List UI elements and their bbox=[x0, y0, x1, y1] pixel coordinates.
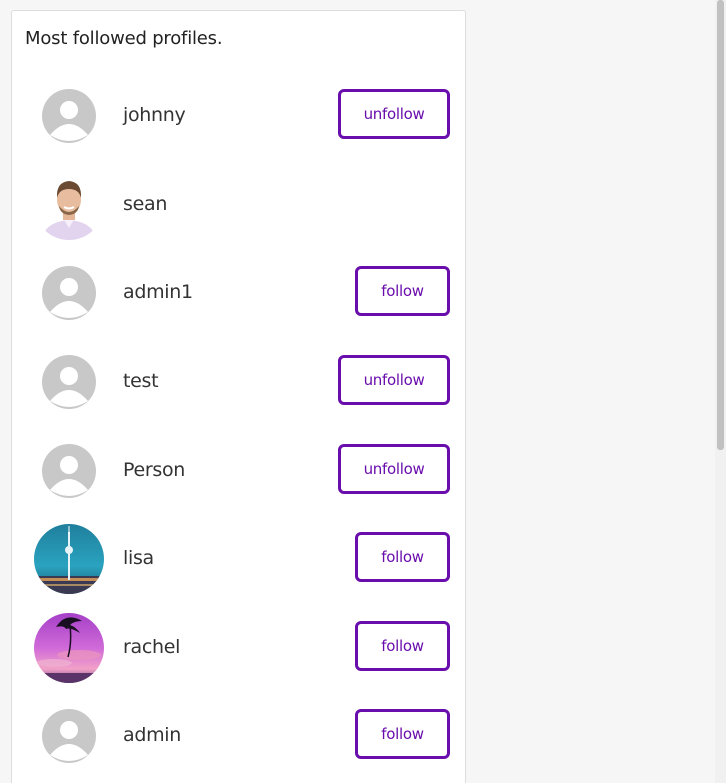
profile-username[interactable]: admin1 bbox=[123, 281, 193, 303]
most-followed-card: Most followed profiles. johnny unfollow bbox=[11, 10, 466, 783]
purple-sunset-photo-avatar[interactable] bbox=[34, 613, 104, 683]
default-avatar-icon[interactable] bbox=[34, 701, 104, 771]
default-avatar-icon[interactable] bbox=[34, 81, 104, 151]
card-title: Most followed profiles. bbox=[25, 28, 223, 49]
profile-username[interactable]: test bbox=[123, 370, 159, 392]
profile-username[interactable]: Person bbox=[123, 459, 185, 481]
unfollow-button[interactable]: unfollow bbox=[338, 89, 450, 139]
follow-button[interactable]: follow bbox=[355, 709, 450, 759]
profile-row: sean bbox=[12, 162, 465, 240]
profile-row: rachel follow bbox=[12, 605, 465, 683]
page: Most followed profiles. johnny unfollow bbox=[0, 0, 726, 783]
profile-row: johnny unfollow bbox=[12, 73, 465, 143]
tv-tower-photo-avatar[interactable] bbox=[34, 524, 104, 594]
man-photo-avatar[interactable] bbox=[34, 170, 104, 240]
profile-row: test unfollow bbox=[12, 339, 465, 409]
profile-row: admin1 follow bbox=[12, 250, 465, 320]
profile-username[interactable]: sean bbox=[123, 193, 167, 215]
unfollow-button[interactable]: unfollow bbox=[338, 355, 450, 405]
scrollbar-thumb[interactable] bbox=[717, 0, 724, 450]
profile-username[interactable]: johnny bbox=[123, 104, 186, 126]
default-avatar-icon[interactable] bbox=[34, 347, 104, 417]
unfollow-button[interactable]: unfollow bbox=[338, 444, 450, 494]
vertical-scrollbar[interactable] bbox=[715, 0, 726, 783]
default-avatar-icon[interactable] bbox=[34, 436, 104, 506]
profile-row: lisa follow bbox=[12, 516, 465, 594]
profile-username[interactable]: admin bbox=[123, 724, 181, 746]
profile-row: Person unfollow bbox=[12, 428, 465, 498]
default-avatar-icon[interactable] bbox=[34, 258, 104, 328]
follow-button[interactable]: follow bbox=[355, 266, 450, 316]
profile-username[interactable]: rachel bbox=[123, 636, 180, 658]
follow-button[interactable]: follow bbox=[355, 532, 450, 582]
profile-username[interactable]: lisa bbox=[123, 547, 154, 569]
follow-button[interactable]: follow bbox=[355, 621, 450, 671]
profile-row: admin follow bbox=[12, 693, 465, 763]
